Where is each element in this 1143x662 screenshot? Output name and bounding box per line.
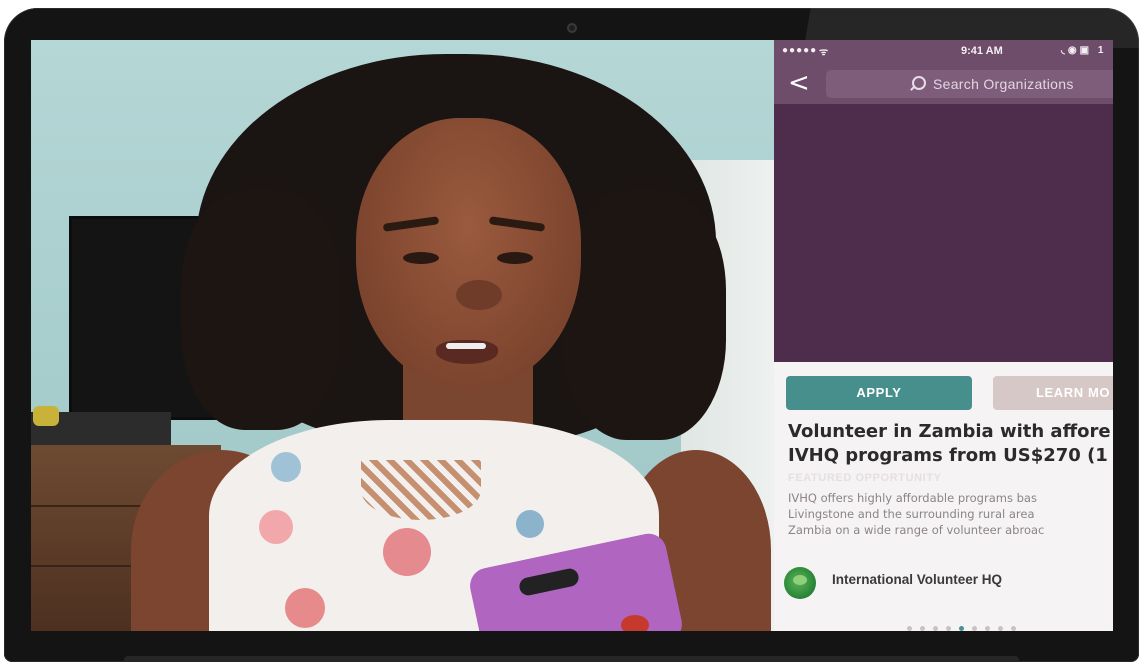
camera-icon [567,23,577,33]
shirt-flower [285,588,325,628]
signal-icon: ●●●●● [782,45,818,56]
person-eye-right [497,252,533,264]
status-bar: ●●●●● ᯤ 9:41 AM ◟◉▣ 1 [774,40,1113,64]
status-time: 9:41 AM [961,45,1003,57]
page-indicator[interactable] [907,618,1024,631]
shirt-flower [259,510,293,544]
organization-name: International Volunteer HQ [832,572,1003,587]
page-dot[interactable] [920,626,925,631]
status-icons: ◟◉▣ 1 [1061,45,1107,56]
shirt-flower [383,528,431,576]
person-hair-right [561,190,726,440]
organization-logo-icon [784,567,816,599]
shirt-lace-panel [361,460,481,520]
apply-button[interactable]: APPLY [786,376,972,410]
screen: ●●●●● ᯤ 9:41 AM ◟◉▣ 1 < Search Organizat… [31,40,1113,631]
nav-bar: < Search Organizations [774,64,1113,104]
opportunity-title-line: IVHQ programs from US$270 (1 [788,445,1108,466]
person-thumb [621,615,649,631]
description-line: Livingstone and the surrounding rural ar… [788,507,1035,521]
page-dot[interactable] [998,626,1003,631]
search-input[interactable]: Search Organizations [826,70,1113,98]
page-dot[interactable] [1011,626,1016,631]
app-panel: ●●●●● ᯤ 9:41 AM ◟◉▣ 1 < Search Organizat… [774,40,1113,631]
shirt-flower [516,510,544,538]
page-dot[interactable] [985,626,990,631]
hero-image [774,104,1113,362]
description-line: Zambia on a wide range of volunteer abro… [788,523,1045,537]
person-eye-left [403,252,439,264]
background-object [33,406,59,426]
page-dot[interactable] [933,626,938,631]
opportunity-title-line: Volunteer in Zambia with affore [788,421,1111,442]
organization-row[interactable]: International Volunteer HQ [774,558,1113,600]
opportunity-description: IVHQ offers highly affordable programs b… [788,490,1113,538]
search-placeholder: Search Organizations [933,76,1074,92]
person-nose [456,280,502,310]
person-hair-left [181,190,341,430]
back-chevron-icon[interactable]: < [788,70,810,96]
page-dot[interactable] [907,626,912,631]
search-icon [912,76,926,90]
laptop-frame: ●●●●● ᯤ 9:41 AM ◟◉▣ 1 < Search Organizat… [4,8,1139,662]
learn-more-button[interactable]: LEARN MO [993,376,1113,410]
description-line: IVHQ offers highly affordable programs b… [788,491,1037,505]
person-teeth [446,343,486,349]
page-dot[interactable] [946,626,951,631]
page-dot[interactable] [972,626,977,631]
wifi-icon: ᯤ [819,47,829,58]
shirt-flower [271,452,301,482]
laptop-hinge [124,656,1019,662]
page-dot-active[interactable] [959,626,964,631]
video-frame [31,40,774,631]
opportunity-title[interactable]: Volunteer in Zambia with affore IVHQ pro… [788,420,1113,468]
featured-tag: FEATURED OPPORTUNITY [788,472,942,484]
